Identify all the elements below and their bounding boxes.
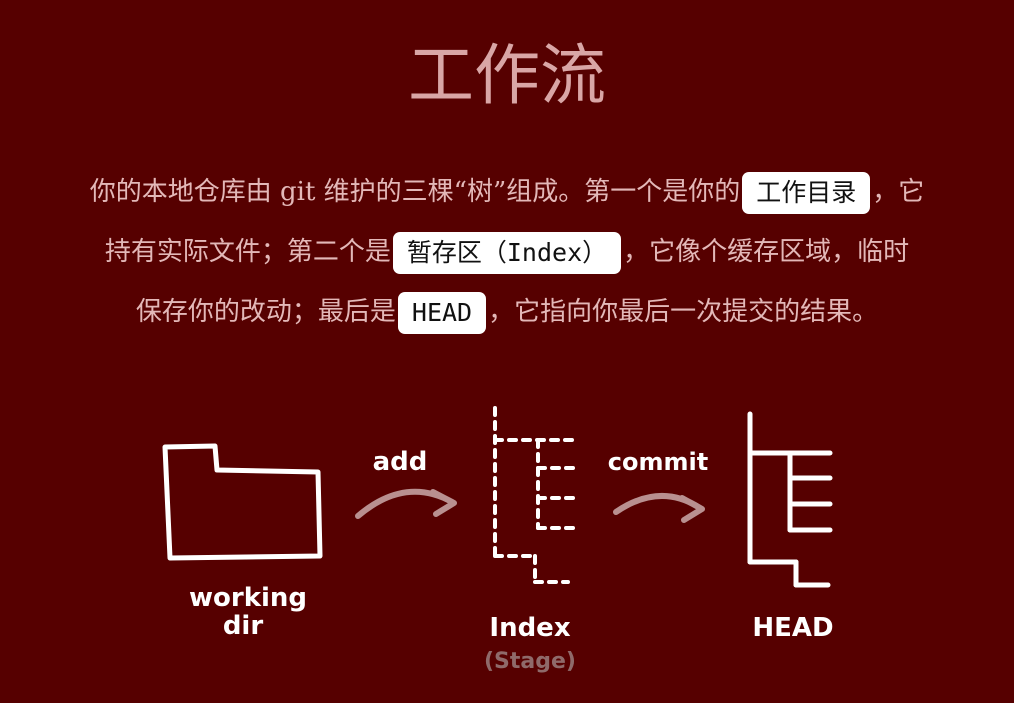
description-text: 保存你的改动；最后是 <box>135 297 396 327</box>
folder-icon <box>162 443 323 561</box>
page-title: 工作流 <box>408 37 606 114</box>
index-label: Index <box>489 613 570 643</box>
commit-arrow-icon <box>613 493 705 523</box>
working-directory-tag: 工作目录 <box>742 172 871 214</box>
working-dir-label-1: working <box>189 583 307 613</box>
head-tag: HEAD <box>397 292 487 334</box>
stage-label: (Stage) <box>484 649 576 674</box>
description-line-1: 你的本地仓库由 git 维护的三棵“树”组成。第一个是你的 工作目录 ，它 <box>30 162 984 222</box>
description-text: ，它指向你最后一次提交的结果。 <box>488 297 879 327</box>
commit-label: commit <box>608 448 708 476</box>
description-text: ，它 <box>872 177 925 207</box>
head-tree-icon <box>747 411 833 588</box>
index-tree-icon <box>493 406 580 584</box>
working-dir-label-2: dir <box>223 611 264 641</box>
workflow-description: 你的本地仓库由 git 维护的三棵“树”组成。第一个是你的 工作目录 ，它 持有实际… <box>30 162 984 342</box>
description-text: 持有实际文件；第二个是 <box>104 237 391 267</box>
description-line-2: 持有实际文件；第二个是 暂存区（Index） ，它像个缓存区域，临时 <box>30 222 984 282</box>
head-label: HEAD <box>752 613 833 643</box>
workflow-diagram: working dir add Index (Stage) commit HEA… <box>162 406 834 674</box>
description-text: 你的本地仓库由 git 维护的三棵“树”组成。第一个是你的 <box>89 177 741 207</box>
description-line-3: 保存你的改动；最后是 HEAD ，它指向你最后一次提交的结果。 <box>30 282 984 342</box>
description-text: ，它像个缓存区域，临时 <box>623 237 910 267</box>
add-arrow-icon <box>355 488 457 519</box>
index-tag: 暂存区（Index） <box>392 232 622 274</box>
add-label: add <box>373 447 428 477</box>
